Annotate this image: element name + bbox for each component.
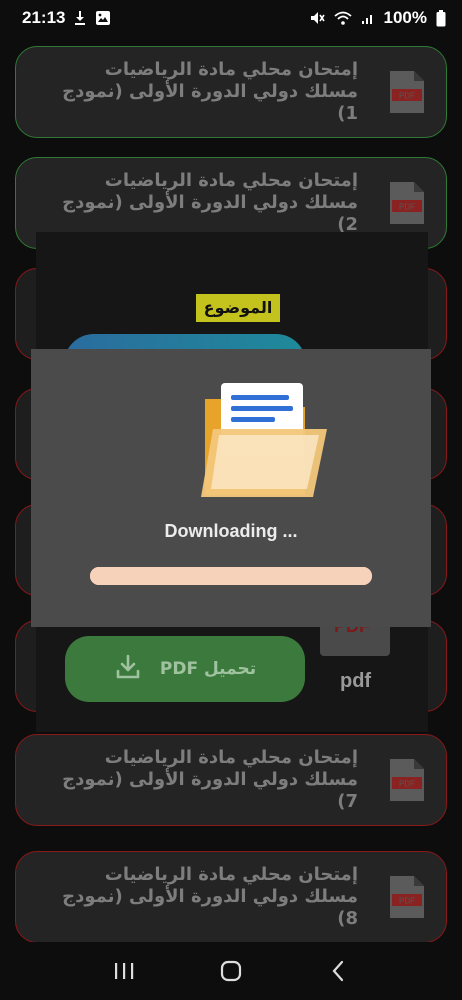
download-pdf-button[interactable]: تحميل PDF [65,636,305,702]
svg-text:PDF: PDF [399,203,415,212]
home-button[interactable] [211,951,251,991]
mute-icon [309,10,325,26]
clock: 21:13 [22,8,66,27]
list-item[interactable]: إمتحان محلي مادة الرياضيات مسلك دولي الد… [15,851,447,942]
pdf-icon: PDF [390,71,424,113]
wifi-icon [333,10,352,26]
pdf-icon: PDF [390,759,424,801]
recent-apps-button[interactable] [104,951,144,991]
recent-apps-icon [114,963,133,979]
list-item-title: إمتحان محلي مادة الرياضيات مسلك دولي الد… [62,747,358,812]
navigation-bar [0,942,462,1000]
pdf-icon: PDF [390,876,424,918]
battery-percent: 100% [383,8,427,27]
svg-text:PDF: PDF [399,780,415,789]
download-icon [114,653,142,686]
list-item-title: إمتحان محلي مادة الرياضيات مسلك دولي الد… [62,59,358,124]
download-progress-bar [90,567,372,585]
list-item-title: إمتحان محلي مادة الرياضيات مسلك دولي الد… [62,864,358,929]
list-item-title: إمتحان محلي مادة الرياضيات مسلك دولي الد… [62,170,358,235]
back-icon [332,960,344,982]
pdf-label: pdf [340,670,372,692]
subject-label: الموضوع [196,294,280,322]
download-pdf-label: تحميل PDF [159,659,257,679]
back-button[interactable] [318,951,358,991]
downloading-dialog: Downloading ... [31,349,431,627]
dialog-title: Downloading ... [164,521,298,541]
list-item[interactable]: إمتحان محلي مادة الرياضيات مسلك دولي الد… [15,734,447,826]
download-progress-fill [90,567,372,585]
svg-text:PDF: PDF [399,897,415,906]
download-indicator-icon [74,10,86,26]
home-icon [220,960,242,982]
gallery-icon [95,10,111,26]
list-item[interactable]: إمتحان محلي مادة الرياضيات مسلك دولي الد… [15,46,447,138]
folder-document-icon [201,383,327,497]
battery-icon [436,9,446,27]
pdf-icon: PDF [390,182,424,224]
status-bar: 21:13 100% [0,0,462,36]
signal-icon [361,11,375,25]
svg-text:PDF: PDF [399,92,415,101]
